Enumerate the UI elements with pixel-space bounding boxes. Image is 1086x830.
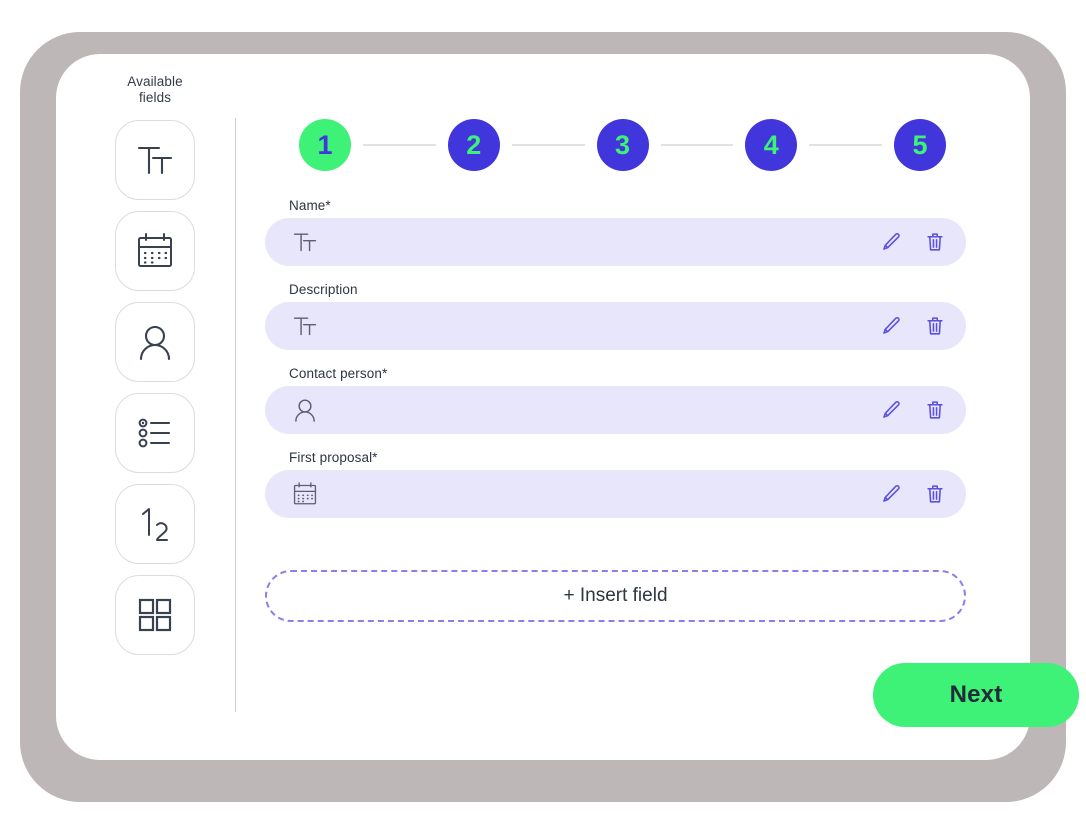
step-connector-1	[363, 144, 436, 146]
text-field-tile[interactable]	[115, 120, 195, 200]
grid-icon	[132, 592, 178, 638]
table-row: First proposal*	[265, 450, 966, 518]
field-label-description: Description	[289, 282, 358, 297]
text-icon	[290, 227, 320, 257]
calendar-icon	[290, 479, 320, 509]
insert-field-button[interactable]: + Insert field	[265, 570, 966, 622]
next-button-label: Next	[949, 681, 1003, 708]
calendar-icon	[132, 228, 178, 274]
insert-field-label: + Insert field	[563, 585, 668, 606]
trash-icon[interactable]	[922, 229, 948, 255]
step-connector-3	[660, 144, 734, 146]
field-label-name: Name*	[289, 198, 331, 213]
person-icon	[290, 395, 320, 425]
row-actions	[878, 218, 948, 266]
text-icon	[132, 137, 178, 183]
step-connector-4	[809, 144, 882, 146]
text-icon	[290, 311, 320, 341]
next-button[interactable]: Next	[873, 663, 1079, 727]
step-5[interactable]: 5	[894, 119, 946, 171]
sidebar-title-line2: fields	[138, 90, 172, 105]
step-connector-2	[511, 144, 585, 146]
sidebar-title: Available fields	[95, 74, 215, 106]
person-icon	[132, 319, 178, 365]
step-1[interactable]: 1	[299, 119, 351, 171]
sidebar-divider	[235, 118, 236, 712]
pencil-icon[interactable]	[878, 229, 904, 255]
step-3-label: 3	[614, 129, 631, 160]
row-actions	[878, 302, 948, 350]
table-row: Description	[265, 282, 966, 350]
field-label-contact-person: Contact person*	[289, 366, 388, 381]
step-5-label: 5	[912, 129, 928, 160]
row-actions	[878, 386, 948, 434]
pencil-icon[interactable]	[878, 313, 904, 339]
radio-list-icon	[132, 410, 178, 456]
step-2-label: 2	[466, 129, 482, 160]
choice-field-tile[interactable]	[115, 393, 195, 473]
field-row-first-proposal[interactable]	[265, 470, 966, 518]
grid-field-tile[interactable]	[115, 575, 195, 655]
trash-icon[interactable]	[922, 397, 948, 423]
field-row-contact-person[interactable]	[265, 386, 966, 434]
step-4[interactable]: 4	[745, 119, 798, 171]
pencil-icon[interactable]	[878, 397, 904, 423]
person-field-tile[interactable]	[115, 302, 195, 382]
step-3[interactable]: 3	[596, 119, 649, 171]
date-field-tile[interactable]	[115, 211, 195, 291]
step-1-label: 1	[317, 129, 333, 160]
form-fields-list: Name* Description Contact person* First …	[265, 198, 966, 534]
pencil-icon[interactable]	[878, 481, 904, 507]
step-4-label: 4	[763, 129, 779, 160]
number-icon	[132, 501, 178, 547]
field-row-description[interactable]	[265, 302, 966, 350]
available-fields-sidebar: Available fields	[66, 74, 244, 666]
row-actions	[878, 470, 948, 518]
field-row-name[interactable]	[265, 218, 966, 266]
sidebar-title-line1: Available	[127, 74, 183, 89]
trash-icon[interactable]	[922, 313, 948, 339]
trash-icon[interactable]	[922, 481, 948, 507]
table-row: Contact person*	[265, 366, 966, 434]
step-2[interactable]: 2	[447, 119, 500, 171]
table-row: Name*	[265, 198, 966, 266]
number-field-tile[interactable]	[115, 484, 195, 564]
wizard-stepper: 1 2 3 4 5	[299, 119, 946, 171]
field-label-first-proposal: First proposal*	[289, 450, 378, 465]
